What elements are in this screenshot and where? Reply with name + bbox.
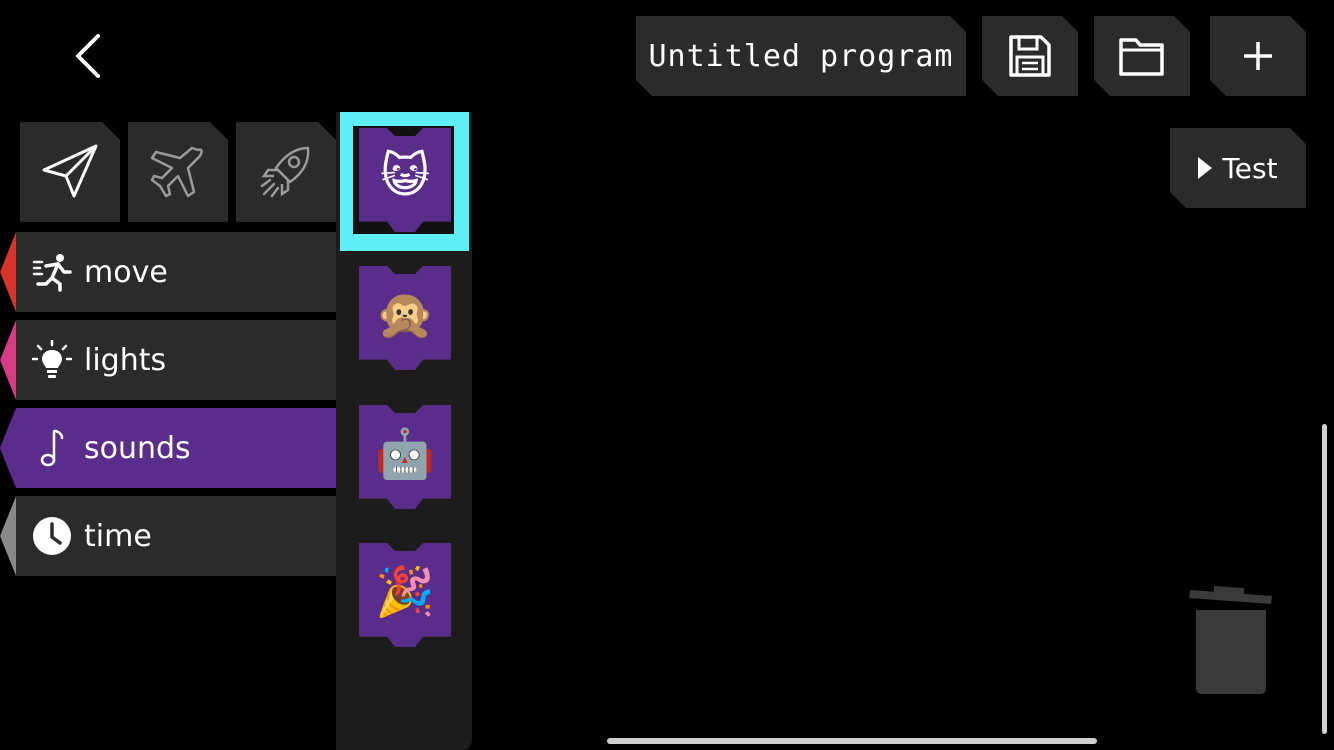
trash-button[interactable] (1186, 580, 1276, 698)
category-time[interactable]: time (0, 496, 336, 576)
category-label: time (84, 518, 152, 554)
save-button[interactable] (982, 16, 1078, 96)
party-popper-icon: 🎉 (375, 563, 435, 620)
robot-face-icon: 🤖 (375, 425, 435, 482)
cat-face-icon: 😺 (379, 148, 431, 204)
category-move[interactable]: move (0, 232, 336, 312)
category-label: move (84, 254, 168, 290)
vehicle-airplane[interactable] (128, 122, 228, 222)
chevron-left-icon (76, 34, 100, 78)
home-indicator[interactable] (607, 738, 1097, 744)
vehicle-rocket[interactable] (236, 122, 336, 222)
category-label: sounds (84, 430, 191, 466)
running-person-icon (32, 252, 72, 292)
back-button[interactable] (62, 28, 118, 84)
category-label: lights (84, 342, 167, 378)
vehicle-paper-plane[interactable] (20, 122, 120, 222)
clock-icon (32, 516, 72, 556)
open-button[interactable] (1094, 16, 1190, 96)
test-button[interactable]: Test (1170, 128, 1306, 208)
play-triangle-icon (1198, 157, 1212, 179)
monkey-face-icon: 🙊 (375, 286, 435, 343)
category-color-tab (0, 232, 16, 312)
folder-icon (1118, 34, 1166, 78)
new-program-button[interactable] (1210, 16, 1306, 96)
floppy-disk-icon (1007, 33, 1053, 79)
program-title: Untitled program (648, 38, 954, 74)
trash-can-icon (1189, 586, 1272, 694)
test-label: Test (1222, 151, 1278, 185)
vertical-scrollbar[interactable] (1322, 424, 1327, 734)
plus-icon (1240, 38, 1276, 74)
monkey-sound-block[interactable]: 🙊 (359, 266, 451, 370)
cat-sound-block[interactable]: 😺 (359, 128, 451, 232)
rocket-icon (256, 142, 316, 202)
robot-sound-block[interactable]: 🤖 (359, 405, 451, 509)
category-sounds[interactable]: sounds (0, 408, 336, 488)
category-color-tab (0, 320, 16, 400)
lightbulb-icon (32, 340, 72, 380)
paper-plane-icon (38, 140, 102, 204)
category-color-tab (0, 496, 16, 576)
category-lights[interactable]: lights (0, 320, 336, 400)
category-color-tab (0, 408, 16, 488)
music-note-icon (32, 428, 72, 468)
program-title-button[interactable]: Untitled program (636, 16, 966, 96)
airplane-icon (148, 142, 208, 202)
party-sound-block[interactable]: 🎉 (359, 543, 451, 647)
